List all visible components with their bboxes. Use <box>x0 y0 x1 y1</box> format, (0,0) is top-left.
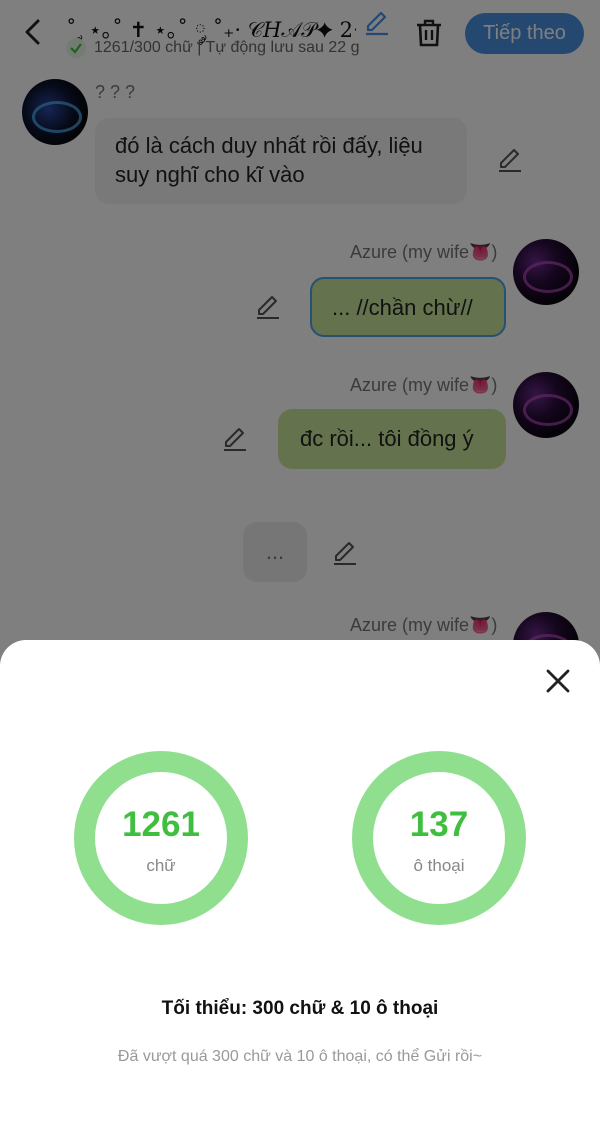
dialog-count-value: 137 <box>409 805 469 844</box>
word-count-label: chữ <box>146 856 176 875</box>
word-count-value: 1261 <box>122 805 200 844</box>
dialog-count-label: ô thoại <box>413 856 465 875</box>
close-icon[interactable] <box>543 666 573 696</box>
word-count-ring: 1261 chữ <box>74 751 248 925</box>
minimum-requirement: Tối thiểu: 300 chữ & 10 ô thoại <box>161 998 439 1019</box>
chat-editor-screen: ˚ ༘ ⋆｡˚ ✝︎ ⋆｡˚ ༘ ˚₊· 𝒞𝐻𝒜𝒫✦ 2·₊˚ ༘ ⋆... 1… <box>0 0 600 1129</box>
stats-bottom-sheet: 1261 chữ 137 ô thoại Tối thiểu: 300 chữ … <box>0 640 600 1129</box>
requirement-note: Đã vượt quá 300 chữ và 10 ô thoại, có th… <box>117 1048 483 1065</box>
dialog-count-ring: 137 ô thoại <box>352 751 526 925</box>
